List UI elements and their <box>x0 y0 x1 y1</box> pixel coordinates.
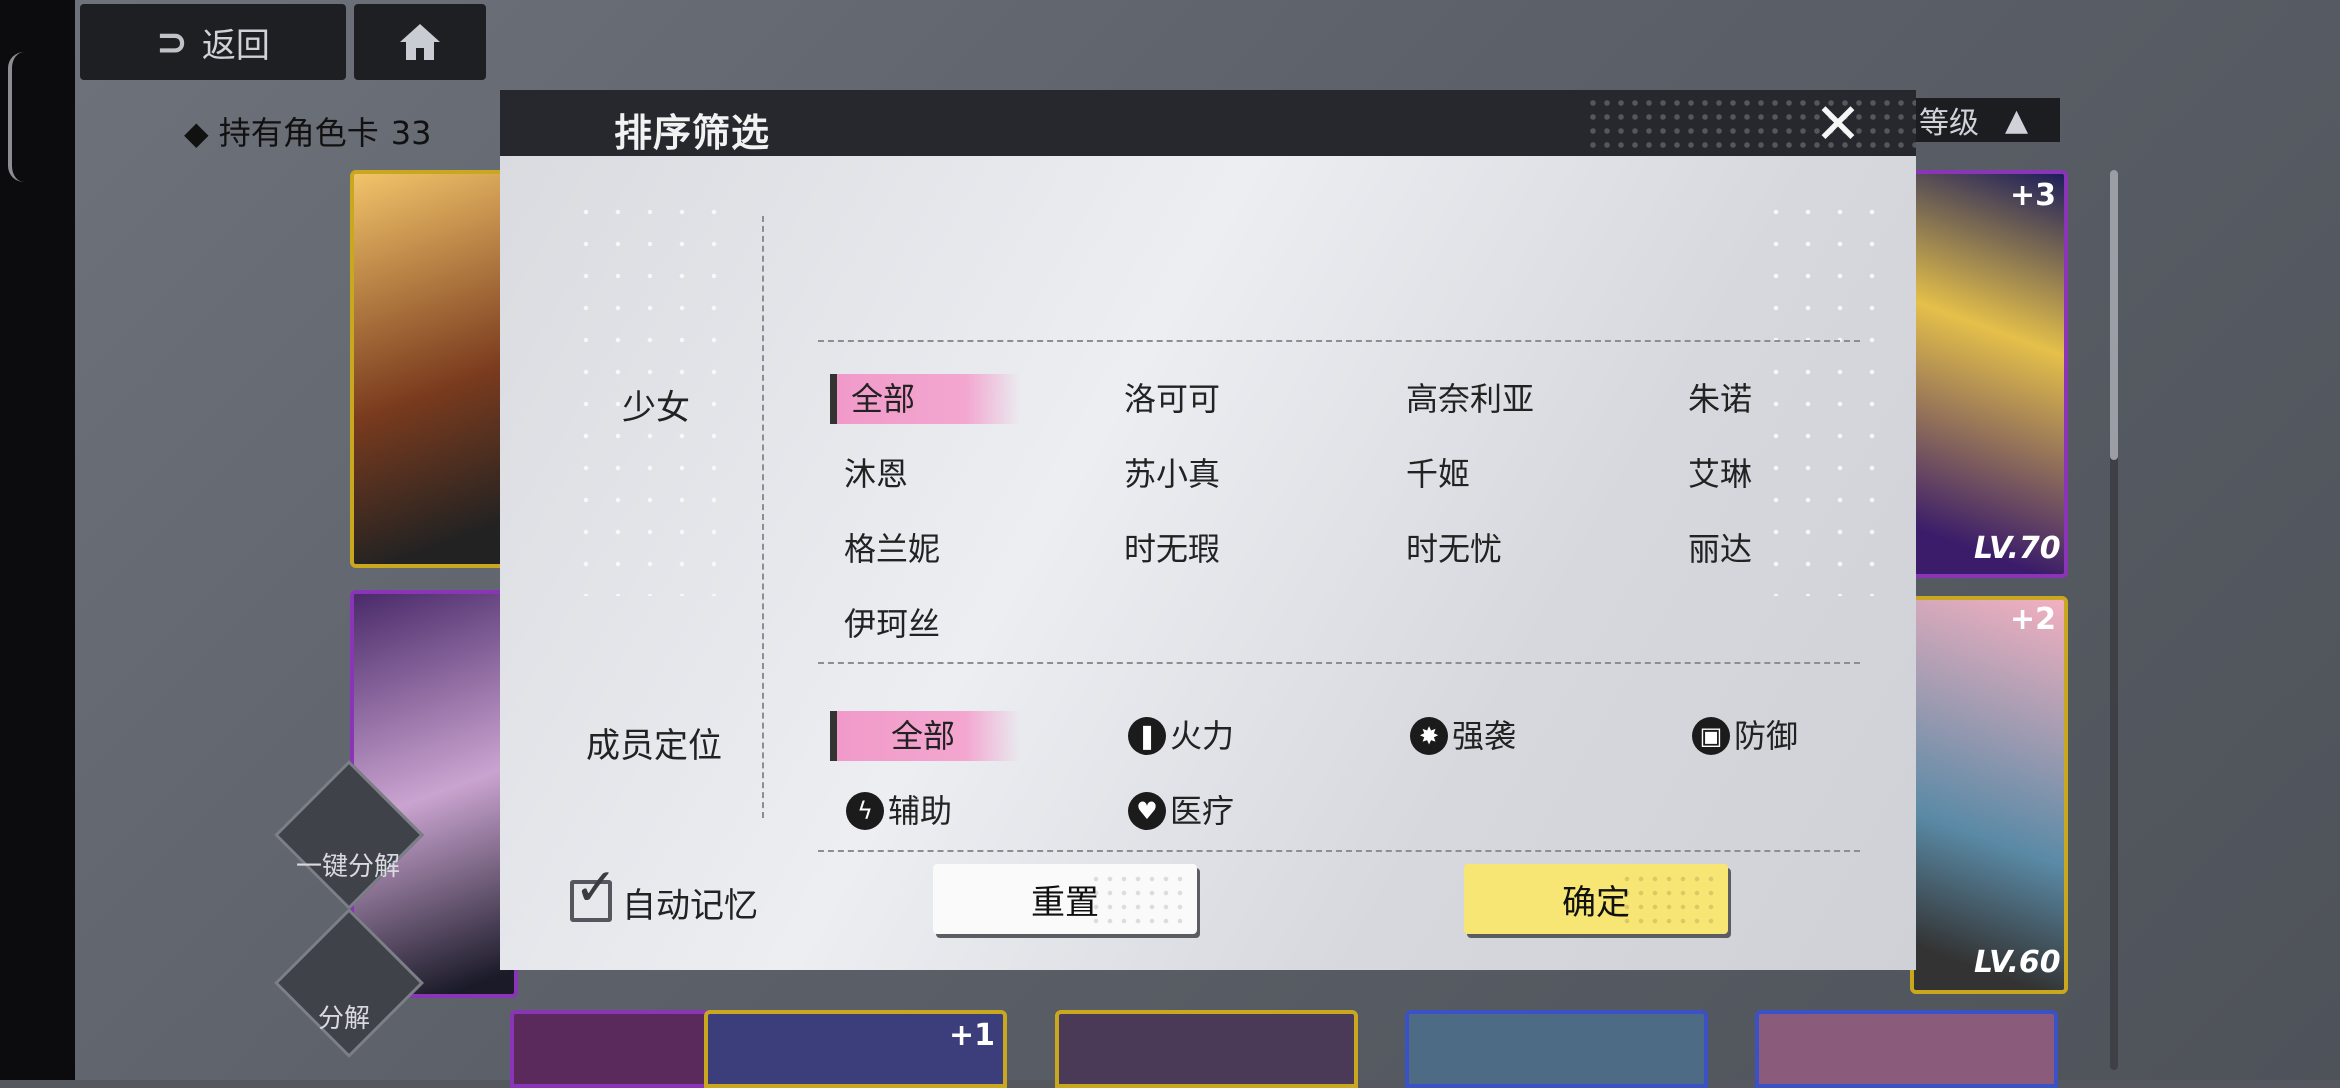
role-option-firepower[interactable]: ❚ 火力 <box>1116 711 1234 761</box>
card-count-value: 33 <box>390 114 432 152</box>
close-icon: ✕ <box>1814 91 1862 157</box>
character-card[interactable] <box>1755 1010 2058 1088</box>
bullet-icon: ❚ <box>1128 717 1166 755</box>
home-button[interactable] <box>354 4 486 80</box>
card-count: ◆ 持有角色卡 33 <box>184 108 432 154</box>
back-arrow-icon: ⊃ <box>156 20 188 64</box>
girl-option[interactable]: 丽达 <box>1674 524 1752 574</box>
girl-option[interactable]: 伊珂丝 <box>830 599 940 649</box>
role-option-label: 防御 <box>1734 717 1799 755</box>
heart-icon: ♥ <box>1128 792 1166 830</box>
sort-level-label: 等级 <box>1919 106 1979 141</box>
role-option-label: 火力 <box>1170 717 1235 755</box>
sort-level-fragment[interactable]: 等级 ▲ <box>1905 98 2060 142</box>
edge-handle <box>8 52 24 182</box>
character-card[interactable]: +1 <box>704 1010 1007 1088</box>
girl-option[interactable]: 洛可可 <box>1110 374 1220 424</box>
list-scroll-thumb[interactable] <box>2110 170 2118 460</box>
card-count-label: ◆ 持有角色卡 <box>184 114 379 152</box>
role-option-label: 辅助 <box>888 792 953 830</box>
back-button-label: 返回 <box>201 25 270 66</box>
girl-option[interactable]: 朱诺 <box>1674 374 1752 424</box>
character-card[interactable] <box>1405 1010 1708 1088</box>
character-card[interactable] <box>1055 1010 1358 1088</box>
back-button[interactable]: ⊃ 返回 <box>80 4 346 80</box>
home-icon <box>400 24 440 60</box>
button-dot-pattern <box>1089 872 1189 926</box>
reset-button[interactable]: 重置 <box>933 864 1197 934</box>
disassemble-label: 分解 <box>318 1004 371 1034</box>
role-option-medical[interactable]: ♥ 医疗 <box>1116 786 1234 836</box>
system-edge-strip <box>0 0 75 1080</box>
dialog-body: 少女 成员定位 全部 洛可可 高奈利亚 朱诺 沐恩 苏小真 千姬 艾琳 格兰妮 … <box>500 156 1916 970</box>
character-card[interactable] <box>350 170 518 568</box>
vertical-divider <box>762 216 764 818</box>
sort-filter-dialog: 排序筛选 ✕ 少女 成员定位 全部 洛可可 高奈利亚 朱诺 沐恩 苏小真 千姬 … <box>500 90 1916 970</box>
sort-arrow-icon: ▲ <box>2005 102 2029 138</box>
dialog-title: 排序筛选 <box>614 111 771 155</box>
card-level: LV.60 <box>1974 945 2061 980</box>
card-plus-badge: +2 <box>2009 602 2056 637</box>
girl-option-all[interactable]: 全部 <box>830 374 1020 424</box>
divider <box>818 662 1860 664</box>
role-option-support[interactable]: ϟ 辅助 <box>834 786 952 836</box>
card-plus-badge: +1 <box>948 1018 995 1053</box>
burst-icon: ✸ <box>1410 717 1448 755</box>
character-card[interactable]: +2 LV.60 <box>1910 596 2068 994</box>
header-dot-pattern <box>1586 96 1916 150</box>
girl-option[interactable]: 时无瑕 <box>1110 524 1220 574</box>
girl-option[interactable]: 时无忧 <box>1392 524 1502 574</box>
card-plus-badge: +3 <box>2009 178 2056 213</box>
character-card[interactable]: +3 LV.70 <box>1910 170 2068 578</box>
role-section-label: 成员定位 <box>586 726 722 766</box>
girl-option[interactable]: 千姬 <box>1392 449 1470 499</box>
girl-option[interactable]: 格兰妮 <box>830 524 940 574</box>
dot-pattern <box>1760 196 1890 596</box>
role-option-label: 强袭 <box>1452 717 1517 755</box>
divider <box>818 850 1860 852</box>
role-option-label: 医疗 <box>1170 792 1235 830</box>
confirm-button[interactable]: 确定 <box>1464 864 1728 934</box>
button-dot-pattern <box>1620 872 1720 926</box>
girl-option[interactable]: 高奈利亚 <box>1392 374 1534 424</box>
shield-icon: ▣ <box>1692 717 1730 755</box>
girls-section-label: 少女 <box>622 388 690 428</box>
divider <box>818 340 1860 342</box>
role-option-defense[interactable]: ▣ 防御 <box>1680 711 1798 761</box>
girl-option[interactable]: 沐恩 <box>830 449 908 499</box>
girl-option[interactable]: 艾琳 <box>1674 449 1752 499</box>
lightning-icon: ϟ <box>846 792 884 830</box>
dialog-header: 排序筛选 ✕ <box>500 90 1916 157</box>
close-button[interactable]: ✕ <box>1810 92 1866 157</box>
girl-option[interactable]: 苏小真 <box>1110 449 1220 499</box>
quick-disassemble-label: 一键分解 <box>296 852 401 882</box>
check-icon: ✓ <box>574 858 618 918</box>
role-option-all[interactable]: 全部 <box>830 711 1020 761</box>
role-option-assault[interactable]: ✸ 强袭 <box>1398 711 1516 761</box>
auto-memory-label: 自动记忆 <box>622 886 758 926</box>
card-level: LV.70 <box>1974 531 2061 566</box>
